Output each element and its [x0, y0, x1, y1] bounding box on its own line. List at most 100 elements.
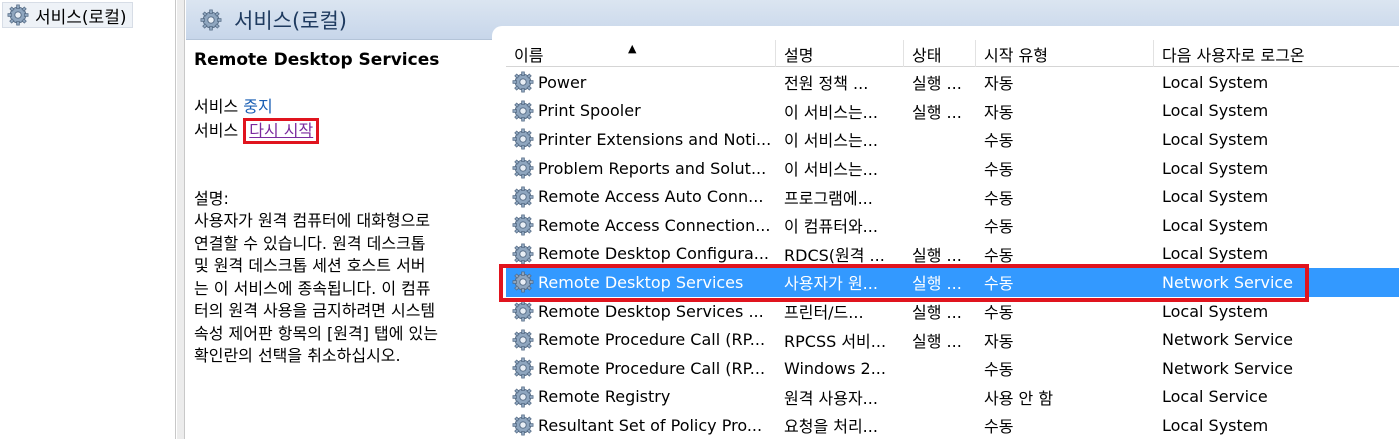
cell-log-on-as: Local System — [1162, 215, 1269, 235]
restart-service-link[interactable]: 다시 시작 — [249, 121, 313, 140]
cell-startup-type: 수동 — [984, 217, 1014, 237]
table-row[interactable]: Remote Desktop Configura... RDCS(원격 ... 실행… — [506, 240, 1399, 269]
cell-log-on-as: Local System — [1162, 129, 1269, 149]
tree-item-services-local[interactable]: 서비스(로컬) — [2, 2, 134, 28]
gear-icon — [512, 186, 534, 208]
cell-name: Problem Reports and Solut... — [506, 154, 776, 183]
cell-status: 실행 ... — [912, 274, 962, 294]
cell-status — [904, 211, 976, 240]
cell-log-on-as: Local System — [1162, 301, 1269, 321]
cell-status — [904, 411, 976, 439]
cell-status — [904, 125, 976, 154]
table-row[interactable]: Resultant Set of Policy Pro... 요청을 처리... 수… — [506, 411, 1399, 439]
cell-name-text: Problem Reports and Solut... — [538, 158, 767, 178]
table-row[interactable]: Remote Desktop Services ... 프린터/드... 실행 ..… — [506, 297, 1399, 326]
cell-name: Remote Procedure Call (RP... — [506, 354, 776, 383]
cell-description: RPCSS 서비... — [784, 331, 887, 351]
cell-name-text: Remote Access Auto Conn... — [538, 187, 764, 207]
column-header-description-label: 설명 — [784, 45, 814, 65]
cell-name-text: Power — [538, 72, 587, 92]
cell-startup-type: 수동 — [984, 160, 1014, 180]
table-row[interactable]: Power 전원 정책 ... 실행 ... 자동 Local System — [506, 68, 1399, 97]
gear-icon — [512, 214, 534, 236]
cell-description: 이 컴퓨터와... — [784, 217, 878, 237]
column-header-startup-type[interactable]: 시작 유형 — [976, 40, 1154, 67]
restart-service-line: 서비스 다시 시작 — [194, 118, 488, 144]
table-row[interactable]: Print Spooler 이 서비스는... 실행 ... 자동 Local Syst… — [506, 97, 1399, 126]
column-header-name[interactable]: 이름 ▲ — [506, 40, 776, 67]
cell-status: 실행 ... — [912, 102, 962, 122]
cell-description: 이 서비스는... — [784, 102, 878, 122]
cell-log-on-as: Local System — [1162, 158, 1269, 178]
cell-name: Remote Registry — [506, 383, 776, 412]
cell-startup-type: 자동 — [984, 102, 1014, 122]
cell-description: 이 서비스는... — [784, 160, 878, 180]
cell-name-text: Printer Extensions and Noti... — [538, 129, 772, 149]
table-row[interactable]: Remote Access Connection... 이 컴퓨터와... 수동 Lo… — [506, 211, 1399, 240]
description-label: 설명: — [194, 189, 229, 208]
column-header-status[interactable]: 상태 — [904, 40, 976, 67]
services-main-pane: 서비스(로컬) Remote Desktop Services 서비스 중지 서… — [186, 0, 1399, 439]
cell-name: Resultant Set of Policy Pro... — [506, 411, 776, 439]
table-row-selected[interactable]: Remote Desktop Services 사용자가 원... 실행 ... 수동… — [506, 268, 1399, 297]
cell-log-on-as: Network Service — [1162, 272, 1294, 292]
gear-icon — [512, 300, 534, 322]
cell-name: Remote Procedure Call (RP... — [506, 325, 776, 354]
cell-log-on-as: Local System — [1162, 101, 1269, 121]
cell-name: Remote Desktop Services — [506, 268, 776, 297]
list-rows: Power 전원 정책 ... 실행 ... 자동 Local System Print … — [506, 68, 1399, 439]
tree-item-label: 서비스(로컬) — [35, 7, 127, 28]
cell-log-on-as: Local Service — [1162, 387, 1268, 407]
cell-name-text: Remote Registry — [538, 387, 671, 407]
cell-log-on-as: Local System — [1162, 72, 1269, 92]
cell-status: 실행 ... — [912, 303, 962, 323]
list-header: 이름 ▲ 설명 상태 시작 유형 다음 사용자로 로그온 — [506, 40, 1399, 67]
gear-icon — [7, 4, 29, 26]
cell-description: 사용자가 원... — [784, 274, 878, 294]
table-row[interactable]: Remote Access Auto Conn... 프로그램에... 수동 Loca… — [506, 182, 1399, 211]
restart-prefix: 서비스 — [194, 121, 244, 140]
column-header-description[interactable]: 설명 — [776, 40, 904, 67]
cell-name-text: Print Spooler — [538, 101, 641, 121]
cell-startup-type: 수동 — [984, 188, 1014, 208]
pane-splitter[interactable] — [177, 0, 185, 439]
column-header-startup-type-label: 시작 유형 — [984, 45, 1048, 65]
cell-name: Remote Desktop Services ... — [506, 297, 776, 326]
column-header-log-on-as[interactable]: 다음 사용자로 로그온 — [1154, 40, 1399, 67]
cell-name-text: Remote Desktop Configura... — [538, 244, 770, 264]
console-tree: 서비스(로컬) — [0, 0, 176, 439]
cell-startup-type: 자동 — [984, 331, 1014, 351]
cell-description: 요청을 처리... — [784, 417, 878, 437]
table-row[interactable]: Printer Extensions and Noti... 이 서비스는... 수… — [506, 125, 1399, 154]
stop-service-link[interactable]: 중지 — [243, 97, 272, 116]
cell-startup-type: 수동 — [984, 360, 1014, 380]
cell-log-on-as: Local System — [1162, 244, 1269, 264]
cell-startup-type: 수동 — [984, 303, 1014, 323]
cell-description: 원격 사용자... — [784, 388, 878, 408]
table-row[interactable]: Remote Procedure Call (RP... Windows 2...… — [506, 354, 1399, 383]
cell-name-text: Remote Desktop Services — [538, 272, 744, 292]
cell-name: Remote Access Auto Conn... — [506, 182, 776, 211]
gear-icon — [512, 414, 534, 436]
table-row[interactable]: Remote Procedure Call (RP... RPCSS 서비... 실… — [506, 325, 1399, 354]
cell-description: Windows 2... — [784, 358, 886, 378]
sort-ascending-icon: ▲ — [628, 42, 637, 55]
column-header-name-label: 이름 — [514, 45, 544, 65]
gear-icon — [512, 157, 534, 179]
cell-startup-type: 수동 — [984, 131, 1014, 151]
gear-icon — [512, 386, 534, 408]
cell-startup-type: 수동 — [984, 245, 1014, 265]
description-text: 사용자가 원격 컴퓨터에 대화형으로 연결할 수 있습니다. 원격 데스크톱 및… — [194, 211, 438, 365]
cell-name: Power — [506, 68, 776, 97]
gear-icon — [512, 100, 534, 122]
cell-log-on-as: Network Service — [1162, 358, 1294, 378]
cell-name: Remote Access Connection... — [506, 211, 776, 240]
cell-name: Print Spooler — [506, 97, 776, 126]
cell-name-text: Remote Desktop Services ... — [538, 301, 764, 321]
table-row[interactable]: Remote Registry 원격 사용자... 사용 안 함 Local Serv… — [506, 383, 1399, 412]
table-row[interactable]: Problem Reports and Solut... 이 서비스는... 수동 L… — [506, 154, 1399, 183]
gear-icon — [512, 271, 534, 293]
list-pane-top-edge — [492, 26, 1399, 40]
selected-service-name: Remote Desktop Services — [194, 50, 440, 70]
services-list[interactable]: 이름 ▲ 설명 상태 시작 유형 다음 사용자로 로그온 Power 전원 정책 … — [499, 40, 1399, 439]
